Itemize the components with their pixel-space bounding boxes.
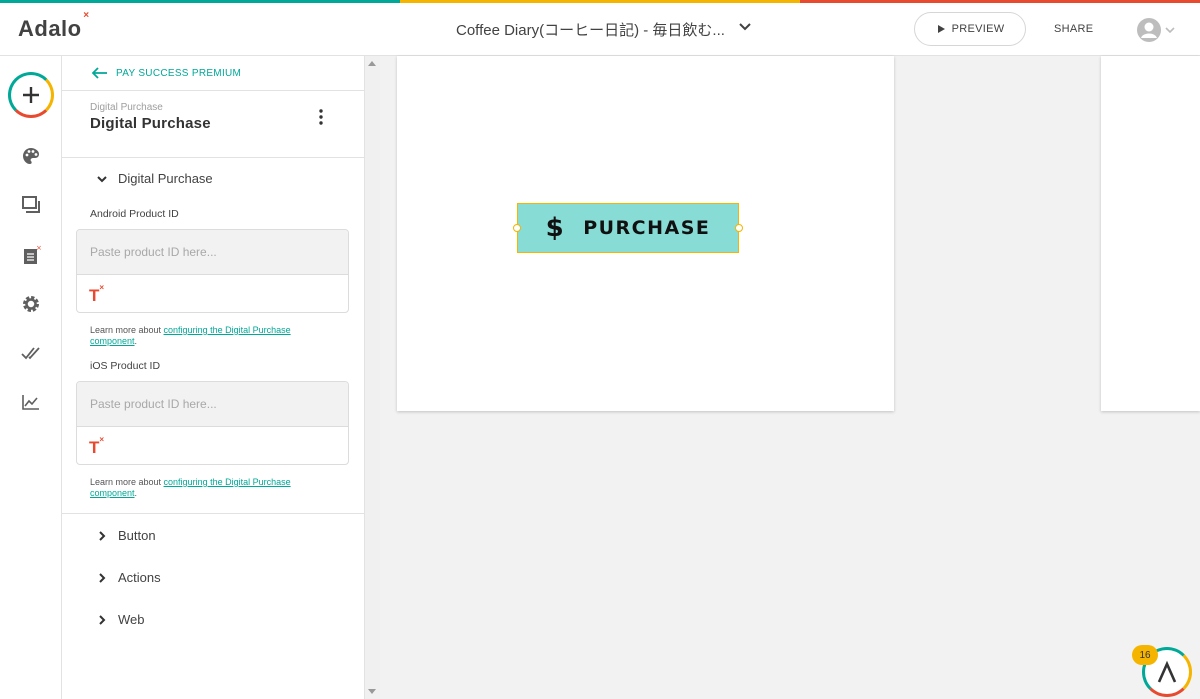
gear-icon[interactable] — [20, 293, 42, 315]
ios-help-text: Learn more about configuring the Digital… — [90, 477, 340, 499]
screen-frame[interactable] — [1101, 56, 1200, 411]
divider — [62, 157, 364, 158]
panel-scrollbar[interactable] — [364, 56, 380, 699]
play-icon — [937, 25, 945, 33]
chevron-down-icon[interactable] — [738, 20, 752, 34]
logo-text: Adalo — [18, 16, 82, 41]
properties-panel: PAY SUCCESS PREMIUM Digital Purchase Dig… — [62, 56, 364, 699]
screens-icon[interactable] — [20, 194, 42, 216]
ios-product-id-input[interactable]: Paste product ID here... — [77, 382, 348, 427]
back-link[interactable]: PAY SUCCESS PREMIUM — [92, 67, 241, 79]
share-button[interactable]: SHARE — [1054, 23, 1093, 35]
chevron-down-icon[interactable] — [1164, 24, 1176, 36]
app-title[interactable]: Coffee Diary(コーヒー日記) - 毎日飲む... — [456, 19, 725, 40]
arrow-left-icon — [92, 67, 107, 79]
resize-handle-right[interactable] — [735, 224, 743, 232]
purchase-label: PURCHASE — [583, 217, 711, 239]
section-web[interactable]: Web — [96, 612, 145, 627]
ios-product-id-field[interactable]: Paste product ID here... T× — [76, 381, 349, 465]
android-product-id-field[interactable]: Paste product ID here... T× — [76, 229, 349, 313]
component-type: Digital Purchase — [90, 102, 163, 113]
plus-icon — [23, 87, 39, 103]
section-title: Web — [118, 612, 145, 627]
scroll-down-icon[interactable] — [368, 689, 376, 695]
help-suffix: . — [134, 336, 138, 346]
purchase-button-component[interactable]: $ PURCHASE — [517, 203, 739, 253]
android-help-text: Learn more about configuring the Digital… — [90, 325, 340, 347]
divider — [62, 513, 364, 514]
help-prefix: Learn more about — [90, 325, 164, 335]
top-bar: Adalo × Coffee Diary(コーヒー日記) - 毎日飲む... PR… — [0, 3, 1200, 56]
add-component-button[interactable] — [8, 72, 54, 118]
section-title: Digital Purchase — [118, 171, 213, 186]
component-name[interactable]: Digital Purchase — [90, 115, 211, 132]
section-title: Button — [118, 528, 156, 543]
adalo-logo[interactable]: Adalo × — [18, 10, 89, 42]
notification-badge: 16 — [1132, 645, 1158, 665]
palette-icon[interactable] — [20, 145, 42, 167]
left-toolbar: × — [0, 56, 62, 699]
avatar-icon[interactable] — [1136, 17, 1162, 43]
dollar-icon: $ — [545, 213, 566, 243]
ios-product-id-label: iOS Product ID — [90, 360, 161, 372]
chevron-right-icon — [99, 572, 106, 583]
resize-handle-left[interactable] — [513, 224, 521, 232]
analytics-icon[interactable] — [20, 391, 42, 413]
section-actions[interactable]: Actions — [96, 570, 161, 585]
preview-button[interactable]: PREVIEW — [914, 12, 1026, 46]
help-suffix: . — [134, 488, 138, 498]
chevron-right-icon — [99, 530, 106, 541]
magic-text-icon[interactable]: T× — [89, 283, 104, 306]
android-product-id-label: Android Product ID — [90, 208, 179, 220]
preview-label: PREVIEW — [951, 23, 1005, 35]
chevron-right-icon — [99, 614, 106, 625]
android-product-id-input[interactable]: Paste product ID here... — [77, 230, 348, 275]
database-icon[interactable]: × — [20, 244, 42, 266]
svg-text:×: × — [36, 244, 42, 252]
back-label: PAY SUCCESS PREMIUM — [116, 67, 242, 79]
help-prefix: Learn more about — [90, 477, 164, 487]
double-check-icon[interactable] — [20, 342, 42, 364]
adalo-a-icon — [1157, 660, 1177, 683]
chevron-down-icon — [97, 175, 107, 182]
section-digital-purchase[interactable]: Digital Purchase — [96, 171, 213, 186]
divider — [62, 90, 364, 91]
section-title: Actions — [118, 570, 161, 585]
scroll-up-icon[interactable] — [368, 60, 376, 66]
section-button[interactable]: Button — [96, 528, 156, 543]
more-vert-icon[interactable] — [316, 108, 326, 126]
magic-text-icon[interactable]: T× — [89, 435, 104, 458]
